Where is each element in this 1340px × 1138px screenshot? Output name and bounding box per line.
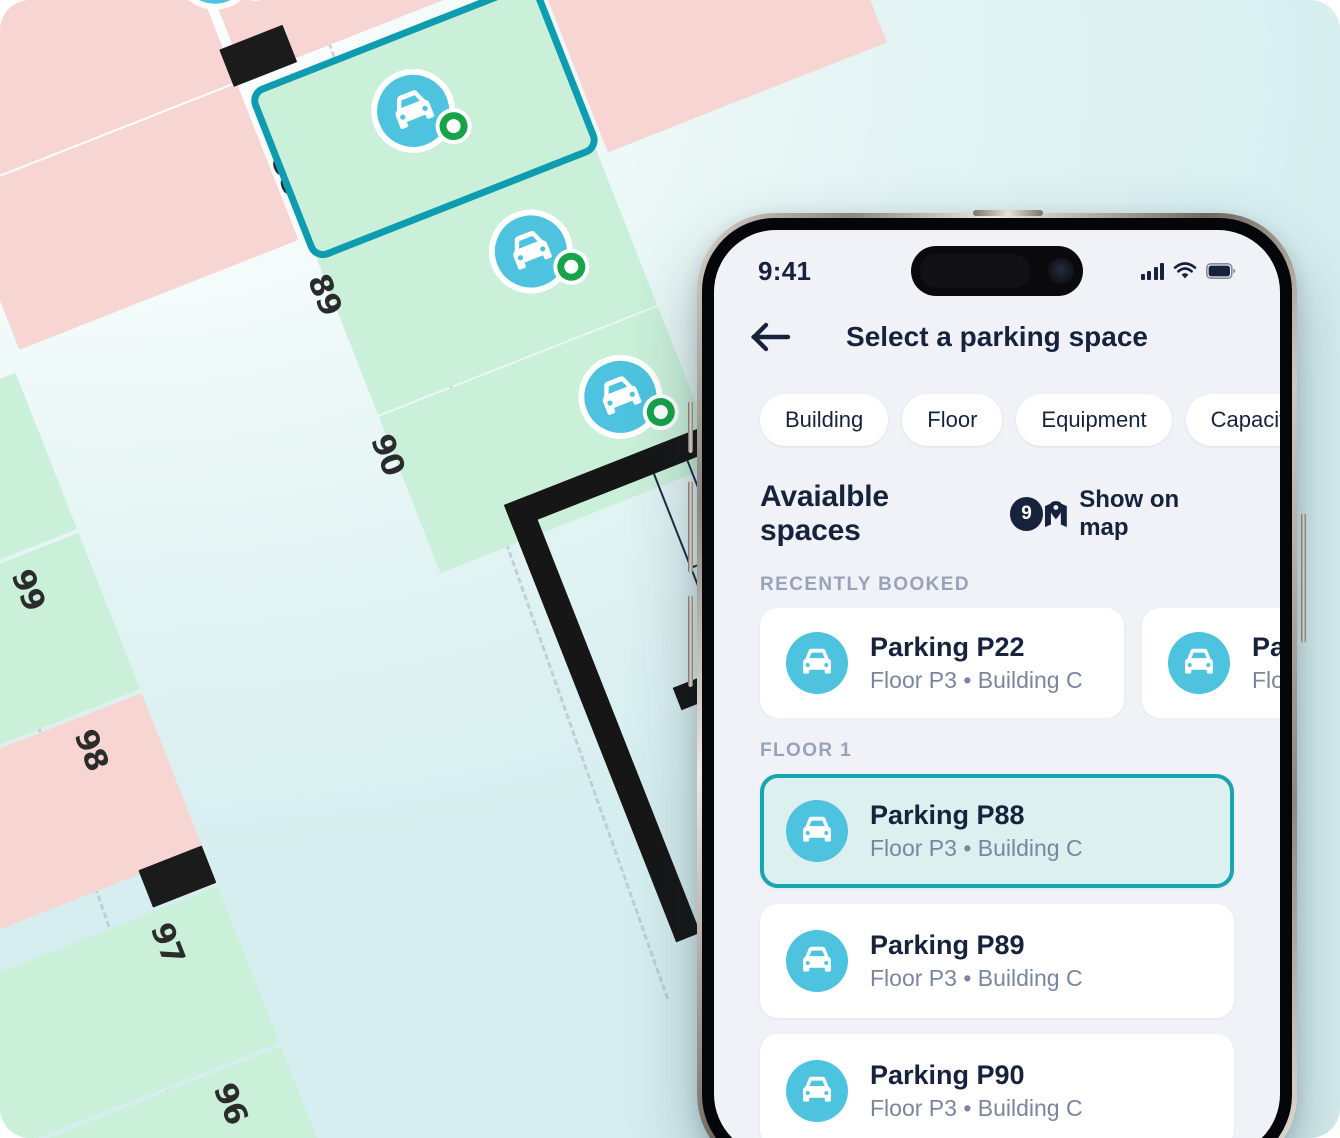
phone-volume-up-button[interactable] [688,481,693,573]
car-icon [803,1076,831,1102]
list-item-name: Parking P22 [870,632,1025,662]
list-item[interactable]: Parking P23 Floor P3 • Building C [1142,608,1280,718]
filter-chip-equipment[interactable]: Equipment [1016,394,1172,446]
available-spaces-title-group: Avaialble spaces 9 [760,480,1044,548]
car-icon [803,648,831,674]
list-item[interactable]: Parking P22 Floor P3 • Building C [760,608,1124,718]
car-icon [803,816,831,842]
list-item-meta: Floor P3 • Building C [870,965,1083,991]
show-on-map-label: Show on map [1079,486,1180,541]
phone-screen: 9:41 Select a parking space Building Flo… [714,230,1280,1138]
car-icon [803,946,831,972]
section-label-recently-booked: RECENTLY BOOKED [760,574,970,595]
parking-space-list[interactable]: RECENTLY BOOKED Parking P22 Floor P3 • B… [714,552,1280,1138]
avatar [786,1060,848,1122]
list-item-name: Parking P89 [870,930,1025,960]
status-bar-clock: 9:41 [758,255,812,286]
avatar [786,930,848,992]
battery-icon [1206,263,1236,279]
dynamic-island [911,246,1083,296]
car-icon [1185,648,1213,674]
phone-power-button[interactable] [1301,513,1306,643]
list-item-meta: Floor P3 • Building C [870,835,1083,861]
phone-mute-switch[interactable] [688,401,693,453]
filter-chip-building[interactable]: Building [760,394,889,446]
page-title: Select a parking space [846,321,1148,352]
list-item-text: Parking P22 Floor P3 • Building C [870,632,1083,694]
list-item-meta: Floor P3 • Building C [870,667,1083,693]
list-item-name: Parking P90 [870,1060,1025,1090]
back-arrow-icon [751,322,791,352]
status-bar-indicators [1140,262,1237,280]
phone-mockup: 9:41 Select a parking space Building Flo… [688,210,1306,1138]
avatar [1168,632,1230,694]
list-item[interactable]: Parking P89 Floor P3 • Building C [760,904,1234,1018]
section-label-floor-1: FLOOR 1 [760,740,853,761]
front-camera-icon [1048,258,1074,284]
avatar [786,632,848,694]
list-item-selected[interactable]: Parking P88 Floor P3 • Building C [760,774,1234,888]
list-item-text: Parking P88 Floor P3 • Building C [870,800,1083,862]
map-pin-icon [1045,501,1068,528]
phone-bezel: 9:41 Select a parking space Building Flo… [702,218,1292,1138]
list-item-meta: Floor P3 • Building C [870,1095,1083,1121]
screenshot-stage: 85 86 87 88 89 90 77 78 102 99 98 97 96 [0,0,1340,1138]
list-item[interactable]: Parking P90 Floor P3 • Building C [760,1034,1234,1138]
recently-booked-carousel[interactable]: Parking P22 Floor P3 • Building C Parkin… [714,608,1280,718]
dynamic-island-pill [920,254,1030,288]
status-bar: 9:41 [714,230,1280,298]
list-item-name: Parking P23 [1252,632,1280,662]
back-button[interactable] [744,310,798,364]
phone-antenna-seam [973,210,1043,216]
filter-chip-row[interactable]: Building Floor Equipment Capacity S [714,376,1280,464]
list-item-text: Parking P89 Floor P3 • Building C [870,930,1083,992]
filter-chip-capacity[interactable]: Capacity [1185,394,1280,446]
nav-bar: Select a parking space [714,298,1280,376]
show-on-map-button[interactable]: Show on map [1043,486,1234,542]
avatar [786,800,848,862]
available-spaces-count-badge: 9 [1009,497,1044,531]
list-item-meta: Floor P3 • Building C [1252,667,1280,693]
filter-chip-floor[interactable]: Floor [902,394,1003,446]
list-item-text: Parking P90 Floor P3 • Building C [870,1060,1083,1122]
wifi-icon [1173,262,1197,279]
available-spaces-title: Avaialble spaces [760,480,889,547]
list-item-name: Parking P88 [870,800,1025,830]
phone-volume-down-button[interactable] [688,595,693,687]
cellular-signal-icon [1140,262,1164,280]
available-spaces-header: Avaialble spaces 9 Show on map [714,464,1280,552]
list-item-text: Parking P23 Floor P3 • Building C [1252,632,1280,694]
